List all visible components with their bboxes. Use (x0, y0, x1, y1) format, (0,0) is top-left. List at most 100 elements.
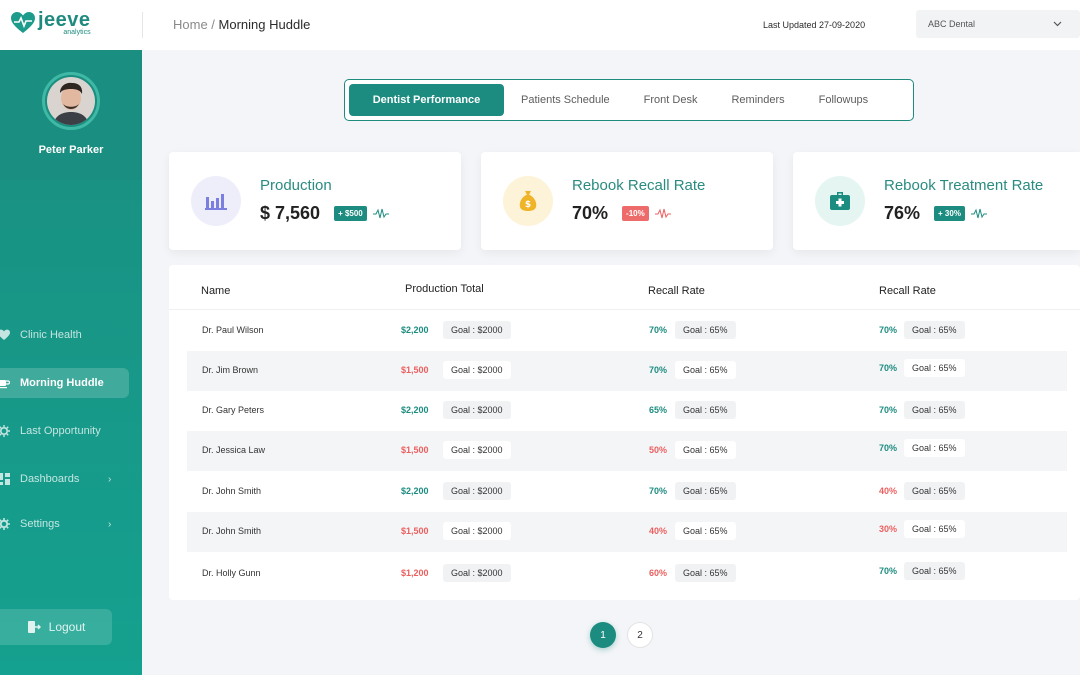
sidebar-item-clinic-health[interactable]: Clinic Health (0, 320, 129, 350)
dentist-name: Dr. Jim Brown (202, 365, 259, 375)
recall-goal: Goal : 65% (675, 441, 736, 459)
gear-icon (0, 425, 10, 437)
recall-goal-2: Goal : 65% (904, 359, 965, 377)
column-header-production-total: Production Total (405, 283, 484, 295)
stat-card-rebook-recall: $ Rebook Recall Rate 70% -10% (481, 152, 773, 250)
tab-front-desk[interactable]: Front Desk (627, 84, 715, 116)
production-value: $1,500 (401, 445, 429, 455)
tab-reminders[interactable]: Reminders (714, 84, 801, 116)
recall-value-2: 40% (879, 486, 898, 496)
brand-name: jeeve (38, 9, 91, 31)
dentist-name: Dr. John Smith (202, 526, 262, 536)
recall-goal: Goal : 65% (675, 522, 736, 540)
sidebar-item-last-opportunity[interactable]: Last Opportunity (0, 416, 129, 446)
card-icon-circle (191, 176, 241, 226)
tab-patients-schedule[interactable]: Patients Schedule (504, 84, 627, 116)
recall-value-2: 70% (879, 566, 898, 576)
recall-goal-2: Goal : 65% (904, 401, 965, 419)
dashboard-icon (0, 473, 10, 485)
pulse-icon (970, 208, 987, 220)
production-value: $1,200 (401, 568, 429, 578)
table-row[interactable]: Dr. Jim Brown $1,500 Goal : $2000 70% Goal :… (187, 351, 1067, 391)
logo[interactable]: jeeve analytics (10, 10, 91, 36)
pulse-icon (372, 208, 389, 220)
chevron-right-icon: › (108, 473, 112, 485)
sidebar: Peter Parker Clinic Health Morning Huddl… (0, 50, 142, 675)
money-bag-icon: $ (519, 191, 537, 211)
avatar[interactable] (47, 77, 95, 125)
top-bar: jeeve analytics Home / Morning Huddle La… (0, 0, 1080, 50)
table-row[interactable]: Dr. Holly Gunn $1,200 Goal : $2000 60% Goal … (187, 554, 1067, 594)
logout-icon (27, 620, 41, 634)
breadcrumb-home[interactable]: Home (173, 17, 208, 32)
tab-bar: Dentist Performance Patients Schedule Fr… (344, 79, 914, 121)
table-row[interactable]: Dr. John Smith $1,500 Goal : $2000 40% Goal … (187, 512, 1067, 552)
production-value: $1,500 (401, 526, 429, 536)
trend-badge: + 30% (934, 206, 965, 221)
dentist-name: Dr. John Smith (202, 486, 262, 496)
table-row[interactable]: Dr. Jessica Law $1,500 Goal : $2000 50% Goal… (187, 431, 1067, 471)
dentist-name: Dr. Paul Wilson (202, 325, 264, 335)
clinic-select-value: ABC Dental (928, 19, 976, 29)
card-title: Production (260, 177, 332, 194)
recall-value: 60% (649, 568, 668, 578)
medkit-icon (830, 192, 850, 210)
breadcrumb-current: Morning Huddle (218, 17, 311, 32)
table-row[interactable]: Dr. John Smith $2,200 Goal : $2000 70% Goal … (187, 472, 1067, 512)
recall-value: 70% (649, 325, 668, 335)
stat-card-production: Production $ 7,560 + $500 (169, 152, 461, 250)
recall-goal-2: Goal : 65% (904, 562, 965, 580)
production-value: $1,500 (401, 365, 429, 375)
pagination-page-1[interactable]: 1 (590, 622, 616, 648)
coffee-icon (0, 377, 10, 389)
breadcrumb: Home / Morning Huddle (173, 17, 310, 32)
logout-button[interactable]: Logout (0, 609, 112, 645)
profile-name: Peter Parker (38, 144, 104, 156)
column-header-recall-rate: Recall Rate (648, 285, 705, 297)
card-title: Rebook Recall Rate (572, 177, 706, 194)
production-goal: Goal : $2000 (443, 522, 511, 540)
breadcrumb-separator: / (207, 17, 219, 32)
recall-value-2: 70% (879, 405, 898, 415)
recall-value-2: 70% (879, 325, 898, 335)
recall-value: 70% (649, 486, 668, 496)
chevron-right-icon: › (108, 518, 112, 530)
dentist-name: Dr. Jessica Law (202, 445, 266, 455)
production-goal: Goal : $2000 (443, 321, 511, 339)
sidebar-item-label: Last Opportunity (20, 425, 101, 437)
last-updated: Last Updated 27-09-2020 (763, 20, 866, 30)
recall-value-2: 70% (879, 363, 898, 373)
card-value-row: $ 7,560 + $500 (260, 203, 389, 224)
recall-goal-2: Goal : 65% (904, 482, 965, 500)
sidebar-item-label: Clinic Health (20, 329, 82, 341)
card-value: 70% (572, 203, 609, 223)
table-row[interactable]: Dr. Gary Peters $2,200 Goal : $2000 65% Goal… (187, 391, 1067, 431)
card-value-row: 70% -10% (572, 203, 671, 224)
recall-goal-2: Goal : 65% (904, 321, 965, 339)
recall-goal: Goal : 65% (675, 361, 736, 379)
pulse-icon (654, 208, 671, 220)
sidebar-item-label: Morning Huddle (20, 377, 104, 389)
clinic-select[interactable]: ABC Dental (916, 10, 1080, 38)
recall-value: 70% (649, 365, 668, 375)
heart-pulse-icon (0, 329, 10, 341)
recall-goal-2: Goal : 65% (904, 439, 965, 457)
recall-value: 65% (649, 405, 668, 415)
avatar-image (47, 77, 95, 125)
sidebar-item-dashboards[interactable]: Dashboards › (0, 464, 129, 494)
table-row[interactable]: Dr. Paul Wilson $2,200 Goal : $2000 70% Goal… (187, 311, 1067, 351)
column-header-recall-rate-2: Recall Rate (879, 285, 936, 297)
stat-card-rebook-treatment: Rebook Treatment Rate 76% + 30% (793, 152, 1080, 250)
card-icon-circle (815, 176, 865, 226)
sidebar-item-morning-huddle[interactable]: Morning Huddle (0, 368, 129, 398)
tab-dentist-performance[interactable]: Dentist Performance (349, 84, 504, 116)
production-goal: Goal : $2000 (443, 401, 511, 419)
pagination-page-2[interactable]: 2 (627, 622, 653, 648)
recall-value-2: 30% (879, 524, 898, 534)
bar-chart-icon (205, 194, 227, 210)
sidebar-item-settings[interactable]: Settings › (0, 509, 129, 539)
recall-goal-2: Goal : 65% (904, 520, 965, 538)
trend-badge: + $500 (334, 206, 367, 221)
recall-value: 40% (649, 526, 668, 536)
tab-followups[interactable]: Followups (802, 84, 886, 116)
